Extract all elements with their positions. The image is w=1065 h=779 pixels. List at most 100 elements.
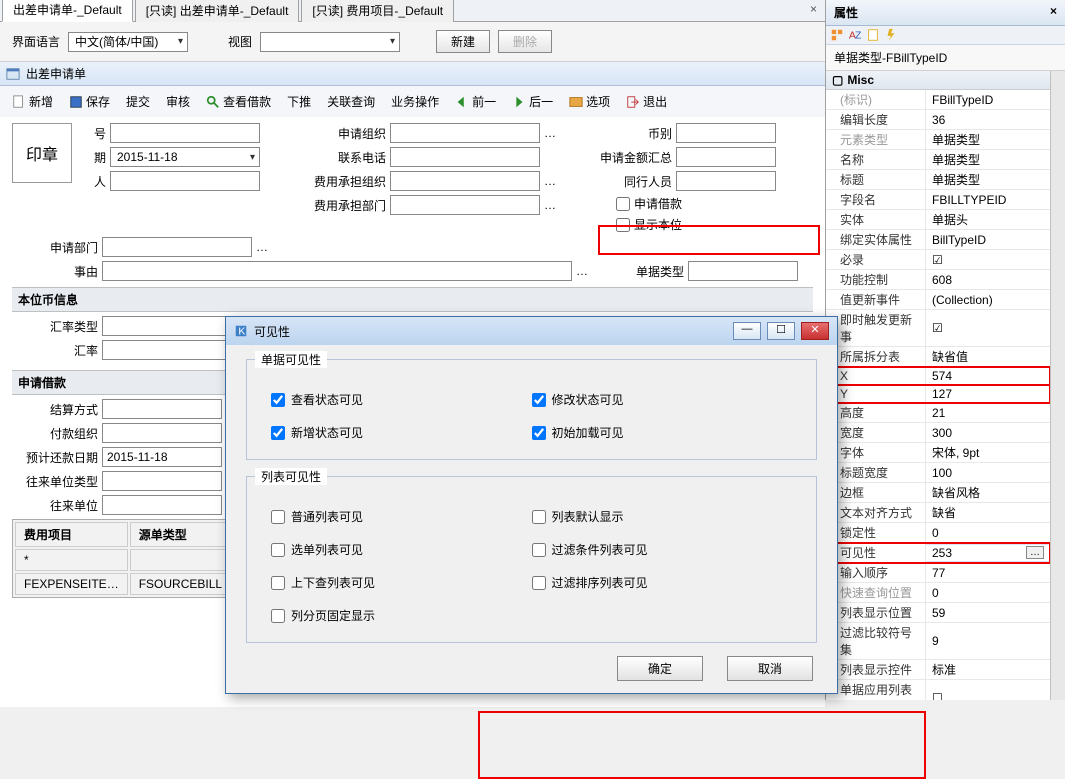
biz-button[interactable]: 业务操作 [385,90,445,113]
property-value[interactable]: (Collection) [926,292,1050,308]
categorize-icon[interactable] [830,28,844,42]
apply-org-input[interactable] [390,123,540,143]
property-row[interactable]: 列表显示位置59 [826,603,1050,623]
property-row[interactable]: 必录 [826,250,1050,270]
grid-col-header[interactable]: 源单类型 [130,522,231,547]
property-row[interactable]: 字体宋体, 9pt [826,443,1050,463]
normal-list-visible[interactable]: 普通列表可见 [271,500,532,533]
tabbar-close-icon[interactable]: × [806,2,821,16]
property-value[interactable]: BillTypeID [926,232,1050,248]
relation-button[interactable]: 关联查询 [321,90,381,113]
property-row[interactable]: 宽度300 [826,423,1050,443]
property-value[interactable]: FBILLTYPEID [926,192,1050,208]
event-icon[interactable] [884,28,898,42]
property-row[interactable]: 过滤比较符号集9 [826,623,1050,660]
property-value[interactable]: 单据头 [926,210,1050,229]
select-list-visible[interactable]: 选单列表可见 [271,533,532,566]
properties-grid[interactable]: ▢Misc(标识)FBillTypeID编辑长度36元素类型单据类型名称单据类型… [826,71,1050,700]
property-value[interactable]: 21 [926,405,1050,421]
property-row[interactable]: 元素类型单据类型 [826,130,1050,150]
property-value[interactable]: 300 [926,425,1050,441]
push-button[interactable]: 下推 [281,90,317,113]
grid-cell[interactable]: FEXPENSEITE… [15,573,128,595]
option-button[interactable]: 选项 [563,90,616,113]
currency-input[interactable] [676,123,776,143]
property-value[interactable]: 100 [926,465,1050,481]
settle-input[interactable] [102,399,222,419]
scrollbar[interactable] [1050,71,1065,700]
bill-type-input[interactable] [688,261,798,281]
cost-dept-input[interactable] [390,195,540,215]
lang-select[interactable]: 中文(简体/中国) [68,32,188,52]
property-value[interactable]: 574 [926,368,1050,384]
property-value[interactable]: 59 [926,605,1050,621]
property-value[interactable] [926,690,1050,700]
tab-item[interactable]: 出差申请单-_Default [2,0,133,22]
property-row[interactable]: 字段名FBILLTYPEID [826,190,1050,210]
date-input[interactable]: 2015-11-18 [110,147,260,167]
delete-view-button[interactable]: 删除 [498,30,552,53]
unit-type-input[interactable] [102,471,222,491]
ellipsis-button[interactable]: … [1026,546,1044,559]
maximize-button[interactable]: ☐ [767,322,795,340]
property-value[interactable] [926,252,1050,268]
cost-org-input[interactable] [390,171,540,191]
property-value[interactable]: 缺省值 [926,347,1050,366]
property-row[interactable]: (标识)FBillTypeID [826,90,1050,110]
property-value[interactable]: 77 [926,565,1050,581]
property-row[interactable]: 标题单据类型 [826,170,1050,190]
tab-item[interactable]: [只读] 出差申请单-_Default [135,0,300,22]
property-row[interactable]: Y127 [826,385,1050,403]
cancel-button[interactable]: 取消 [727,656,813,681]
property-value[interactable]: FBillTypeID [926,92,1050,108]
exit-button[interactable]: 退出 [620,90,673,113]
property-row[interactable]: 快速查询位置0 [826,583,1050,603]
property-row[interactable]: 列表显示控件标准 [826,660,1050,680]
page-fixed-show[interactable]: 列分页固定显示 [271,599,532,632]
view-state-visible[interactable]: 查看状态可见 [271,383,532,416]
property-row[interactable]: 边框缺省风格 [826,483,1050,503]
property-value[interactable]: 单据类型 [926,130,1050,149]
sort-list-visible[interactable]: 过滤排序列表可见 [532,566,793,599]
look-loan-button[interactable]: 查看借款 [200,90,277,113]
dialog-title-bar[interactable]: K 可见性 — ☐ ✕ [226,317,837,345]
property-category[interactable]: ▢Misc [826,71,1050,90]
grid-cell[interactable]: FSOURCEBILL [130,573,231,595]
property-row[interactable]: 实体单据头 [826,210,1050,230]
property-value[interactable]: 宋体, 9pt [926,443,1050,462]
property-row[interactable]: 编辑长度36 [826,110,1050,130]
property-row[interactable]: 文本对齐方式缺省 [826,503,1050,523]
property-value[interactable]: 缺省风格 [926,483,1050,502]
new-button[interactable]: 新增 [6,90,59,113]
unit-input[interactable] [102,495,222,515]
property-value[interactable]: 608 [926,272,1050,288]
property-row[interactable]: 标题宽度100 [826,463,1050,483]
bill-no-input[interactable] [110,123,260,143]
new-view-button[interactable]: 新建 [436,30,490,53]
property-value[interactable]: 253… [926,545,1050,561]
expense-grid[interactable]: 费用项目源单类型 * FEXPENSEITE…FSOURCEBILL [12,519,234,598]
filter-list-visible[interactable]: 过滤条件列表可见 [532,533,793,566]
ok-button[interactable]: 确定 [617,656,703,681]
minimize-button[interactable]: — [733,322,761,340]
property-value[interactable]: 标准 [926,660,1050,679]
dept-input[interactable] [102,237,252,257]
property-row[interactable]: 高度21 [826,403,1050,423]
property-row[interactable]: 单据应用列表显 [826,680,1050,700]
show-unit-checkbox[interactable] [616,218,630,232]
property-row[interactable]: 所属拆分表缺省值 [826,347,1050,367]
submit-button[interactable]: 提交 [120,90,156,113]
property-value[interactable]: 0 [926,525,1050,541]
person-input[interactable] [110,171,260,191]
property-value[interactable]: 0 [926,585,1050,601]
close-button[interactable]: ✕ [801,322,829,340]
audit-button[interactable]: 审核 [160,90,196,113]
reason-input[interactable] [102,261,572,281]
property-row[interactable]: 锁定性0 [826,523,1050,543]
apply-loan-checkbox[interactable] [616,197,630,211]
property-value[interactable]: 36 [926,112,1050,128]
expect-date-input[interactable] [102,447,222,467]
property-row[interactable]: X574 [826,367,1050,385]
tab-item[interactable]: [只读] 费用项目-_Default [301,0,454,22]
prev-button[interactable]: 前一 [449,90,502,113]
